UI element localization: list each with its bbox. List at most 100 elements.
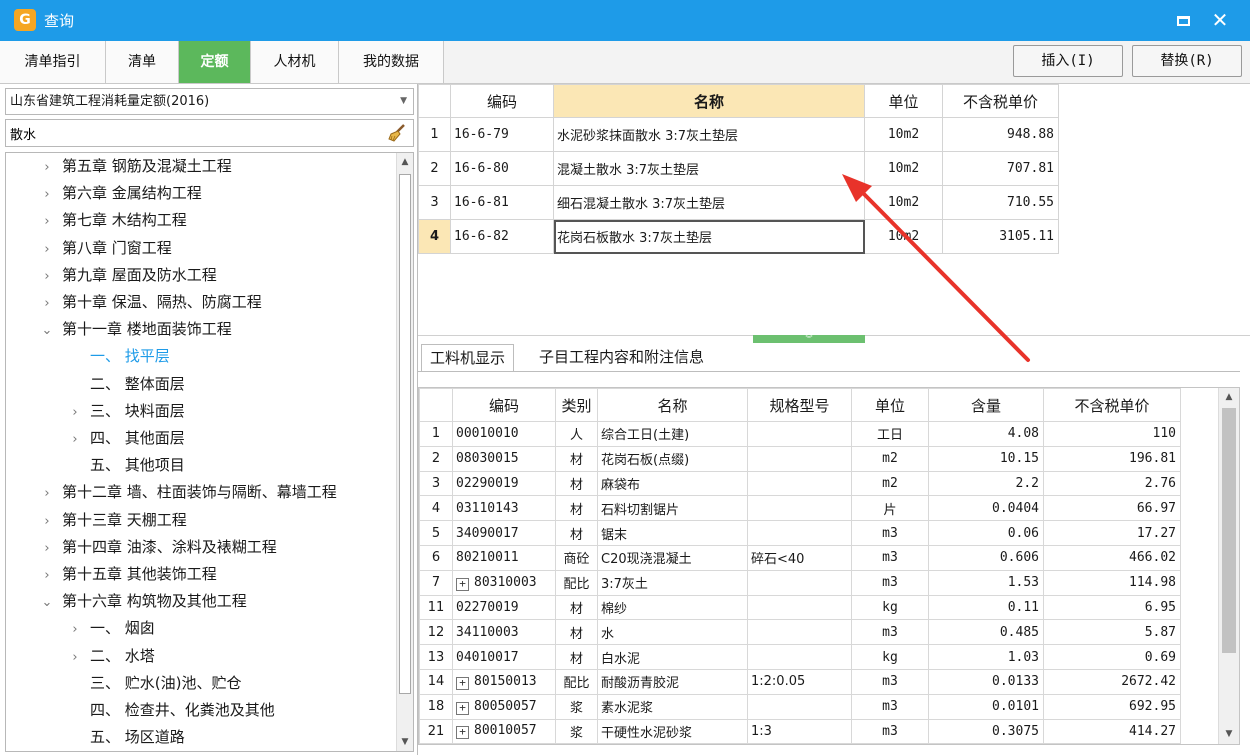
quota-unit[interactable]: 10m2	[864, 185, 943, 220]
resource-quantity[interactable]: 1.03	[928, 644, 1044, 670]
close-button[interactable]: ✕	[1206, 6, 1234, 34]
resource-quantity[interactable]: 0.3075	[928, 718, 1044, 744]
resource-spec[interactable]	[747, 470, 852, 497]
row-index[interactable]: 1	[418, 117, 451, 152]
tree-item[interactable]: › 一、 烟囱	[66, 615, 154, 643]
row-index[interactable]: 18	[419, 693, 453, 720]
chevron-right-icon[interactable]: ›	[38, 290, 56, 317]
tree-item[interactable]: › 第六章 金属结构工程	[38, 180, 201, 207]
resource-unit[interactable]: m3	[851, 718, 929, 744]
resource-row[interactable]: 13 04010017 材白水泥 kg 1.03 0.69	[419, 644, 1181, 670]
resource-code[interactable]: 03110143	[452, 495, 556, 522]
scroll-up-icon[interactable]: ▲	[397, 153, 413, 171]
quota-unit[interactable]: 10m2	[864, 117, 943, 152]
resource-quantity[interactable]: 4.08	[928, 421, 1044, 447]
resource-price[interactable]: 692.95	[1043, 693, 1181, 720]
resource-category[interactable]: 商砼	[555, 544, 598, 571]
chevron-right-icon[interactable]: ›	[66, 644, 84, 671]
row-index[interactable]: 21	[419, 718, 453, 744]
resource-unit[interactable]: m2	[851, 470, 929, 497]
resource-quantity[interactable]: 10.15	[928, 445, 1044, 472]
resource-price[interactable]: 414.27	[1043, 718, 1181, 744]
quota-row[interactable]: 3 16-6-81 细石混凝土散水 3:7灰土垫层 10m2 710.55	[418, 185, 1059, 220]
resource-category[interactable]: 人	[555, 421, 598, 447]
resource-category[interactable]: 材	[555, 644, 598, 670]
resource-category[interactable]: 配比	[555, 668, 598, 695]
quota-row[interactable]: 4 16-6-82 花岗石板散水 3:7灰土垫层 10m2 3105.11	[418, 219, 1059, 254]
resource-spec[interactable]: 碎石<40	[747, 544, 852, 571]
resource-row[interactable]: 6 80210011 商砼 C20现浇混凝土 碎石<40 m3 0.606 466.02	[419, 544, 1181, 571]
resource-spec[interactable]	[747, 619, 852, 646]
resource-spec[interactable]	[747, 693, 852, 720]
column-header-category[interactable]: 类别	[555, 388, 598, 422]
resource-category[interactable]: 材	[555, 445, 598, 472]
tree-item[interactable]: › 第十五章 其他装饰工程	[38, 561, 216, 589]
resource-spec[interactable]	[747, 495, 852, 522]
tab-resource-display[interactable]: 工料机显示	[421, 344, 515, 372]
tree-item[interactable]: ⌄ 第十一章 楼地面装饰工程	[38, 316, 232, 343]
tree-item[interactable]: 二、 整体面层	[66, 371, 185, 398]
resource-unit[interactable]: m3	[851, 569, 929, 596]
expand-plus-icon[interactable]: +	[456, 701, 469, 715]
resource-scrollbar[interactable]: ▲ ▼	[1218, 388, 1239, 744]
tree-item[interactable]: › 第九章 屋面及防水工程	[38, 262, 216, 289]
resource-code[interactable]: 34110003	[452, 619, 556, 646]
expand-plus-icon[interactable]: +	[456, 726, 469, 740]
tree-scroll-thumb[interactable]	[399, 174, 411, 694]
quota-code[interactable]: 16-6-82	[450, 219, 554, 254]
expand-plus-icon[interactable]: +	[456, 577, 469, 591]
resource-quantity[interactable]: 0.606	[928, 544, 1044, 571]
resource-row[interactable]: 12 34110003 材水 m3 0.485 5.87	[419, 619, 1181, 646]
row-index[interactable]: 6	[419, 544, 453, 571]
resource-code[interactable]: 04010017	[452, 644, 556, 670]
quota-unit[interactable]: 10m2	[864, 219, 943, 254]
tree-item[interactable]: › 第十二章 墙、柱面装饰与隔断、幕墙工程	[38, 479, 336, 506]
tab-list-guide[interactable]: 清单指引	[0, 41, 106, 83]
resource-spec[interactable]	[747, 421, 852, 447]
resource-unit[interactable]: m3	[851, 693, 929, 720]
row-index[interactable]: 2	[419, 445, 453, 472]
column-header-code[interactable]: 编码	[450, 84, 554, 118]
resource-price[interactable]: 2672.42	[1043, 668, 1181, 695]
row-index[interactable]: 4	[418, 219, 451, 254]
resource-code[interactable]: 34090017	[452, 520, 556, 546]
resource-spec[interactable]	[747, 520, 852, 546]
scroll-down-icon[interactable]: ▼	[1221, 725, 1237, 743]
row-index[interactable]: 1	[419, 421, 453, 447]
quota-price[interactable]: 707.81	[942, 151, 1059, 186]
resource-unit[interactable]: 片	[851, 495, 929, 522]
resource-quantity[interactable]: 1.53	[928, 569, 1044, 596]
tree-item[interactable]: › 第五章 钢筋及混凝土工程	[38, 153, 231, 180]
chevron-right-icon[interactable]: ›	[66, 616, 84, 643]
quota-price[interactable]: 948.88	[942, 117, 1059, 152]
resource-name[interactable]: 白水泥	[597, 644, 748, 670]
resource-category[interactable]: 材	[555, 470, 598, 497]
quota-row[interactable]: 1 16-6-79 水泥砂浆抹面散水 3:7灰土垫层 10m2 948.88	[418, 117, 1059, 152]
panel-splitter-handle[interactable]: ︾	[753, 335, 865, 343]
tree-item[interactable]: › 第十章 保温、隔热、防腐工程	[38, 289, 261, 317]
resource-unit[interactable]: m3	[851, 520, 929, 546]
chevron-right-icon[interactable]: ›	[66, 399, 84, 426]
tree-item[interactable]: › 二、 水塔	[66, 643, 154, 671]
row-index[interactable]: 2	[418, 151, 451, 186]
resource-row[interactable]: 2 08030015 材花岗石板(点缀) m2 10.15 196.81	[419, 445, 1181, 472]
resource-quantity[interactable]: 0.0133	[928, 668, 1044, 695]
resource-unit[interactable]: m2	[851, 445, 929, 472]
resource-row[interactable]: 5 34090017 材锯末 m3 0.06 17.27	[419, 520, 1181, 546]
quota-name[interactable]: 花岗石板散水 3:7灰土垫层	[553, 219, 865, 254]
resource-unit[interactable]: m3	[851, 668, 929, 695]
resource-unit[interactable]: kg	[851, 644, 929, 670]
resource-spec[interactable]: 1:3	[747, 718, 852, 744]
expand-plus-icon[interactable]: +	[456, 676, 469, 690]
resource-code[interactable]: +80310003	[452, 569, 556, 596]
resource-unit[interactable]: m3	[851, 544, 929, 571]
resource-code[interactable]: 02290019	[452, 470, 556, 497]
resource-quantity[interactable]: 0.485	[928, 619, 1044, 646]
chevron-right-icon[interactable]: ›	[38, 535, 56, 562]
tree-item[interactable]: › 第十三章 天棚工程	[38, 507, 186, 534]
resource-price[interactable]: 196.81	[1043, 445, 1181, 472]
resource-code[interactable]: +80150013	[452, 668, 556, 695]
tree-item[interactable]: › 四、 其他面层	[66, 425, 184, 452]
chevron-right-icon[interactable]: ›	[38, 562, 56, 589]
row-index[interactable]: 4	[419, 495, 453, 522]
